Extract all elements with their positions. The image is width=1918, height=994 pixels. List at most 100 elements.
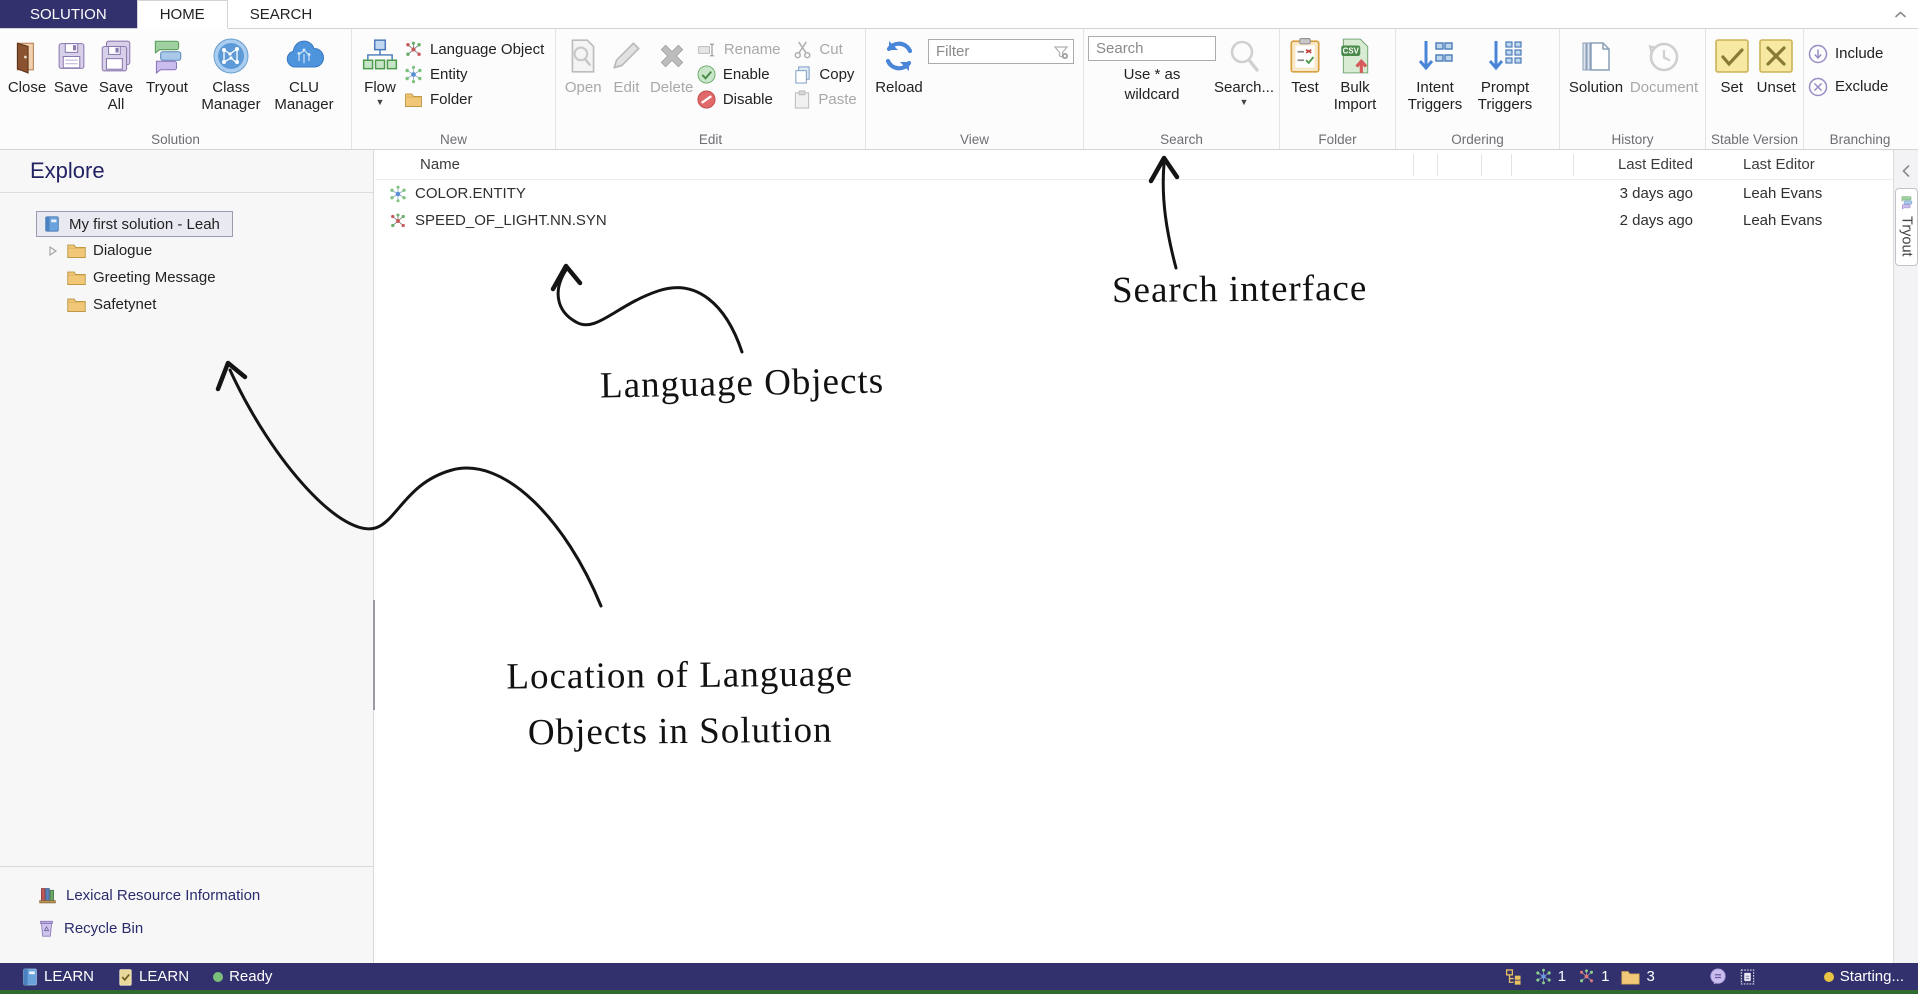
paste-button[interactable]: Paste (793, 87, 861, 112)
class-manager-label: Class Manager (196, 79, 266, 113)
tree-item-dialogue[interactable]: Dialogue (0, 237, 373, 264)
tree-item-safetynet[interactable]: Safetynet (0, 291, 373, 318)
tab-search-label: SEARCH (250, 6, 313, 23)
rename-button[interactable]: Rename (697, 37, 794, 62)
tab-search[interactable]: SEARCH (228, 0, 335, 28)
list-row-speed-of-light[interactable]: SPEED_OF_LIGHT.NN.SYN 2 days ago Leah Ev… (375, 207, 1893, 234)
history-document-label: Document (1630, 79, 1698, 96)
status-state: Ready (213, 968, 272, 985)
flow-button[interactable]: Flow ▼ (356, 32, 404, 109)
tab-solution[interactable]: SOLUTION (0, 0, 137, 28)
ribbon-group-view: Reload View (866, 29, 1084, 149)
group-label-branching: Branching (1804, 132, 1916, 147)
column-header-spacer[interactable] (1511, 154, 1573, 176)
include-label: Include (1835, 45, 1883, 62)
filter-funnel-icon[interactable] (1053, 44, 1069, 60)
intent-triggers-button[interactable]: Intent Triggers (1400, 32, 1470, 116)
tryout-button[interactable]: Tryout (140, 32, 194, 99)
column-header-spacer[interactable] (1413, 154, 1437, 176)
reload-button[interactable]: Reload (870, 32, 928, 99)
enable-button[interactable]: Enable (697, 62, 794, 87)
column-header-last-edited[interactable]: Last Edited (1573, 154, 1719, 176)
search-magnifier-icon (1225, 35, 1263, 77)
folder-icon (404, 90, 423, 109)
ribbon-group-edit: Open Edit Delete Rename Enable Disable (556, 29, 866, 149)
copy-button[interactable]: Copy (793, 62, 861, 87)
filter-box (928, 39, 1074, 64)
tab-solution-label: SOLUTION (30, 6, 107, 23)
group-label-stable-version: Stable Version (1706, 132, 1803, 147)
prompt-triggers-button[interactable]: Prompt Triggers (1470, 32, 1540, 116)
group-label-view: View (866, 132, 1083, 147)
edit-label: Edit (614, 79, 640, 96)
flow-label: Flow (364, 79, 396, 96)
lexical-resource-icon (38, 886, 57, 905)
tree-item-greeting-message[interactable]: Greeting Message (0, 264, 373, 291)
stamp-document-icon[interactable] (1739, 968, 1756, 986)
column-header-last-editor[interactable]: Last Editor (1719, 154, 1893, 176)
tree-root-solution[interactable]: My first solution - Leah (36, 211, 233, 237)
unset-button[interactable]: Unset (1754, 32, 1799, 99)
group-label-edit: Edit (556, 132, 865, 147)
search-button[interactable]: Search... ▼ (1216, 32, 1272, 109)
history-document-button[interactable]: Document (1628, 32, 1700, 99)
exclude-button[interactable]: Exclude (1808, 74, 1888, 99)
close-button[interactable]: Close (4, 32, 50, 99)
group-label-solution: Solution (0, 132, 351, 147)
collapse-ribbon-icon[interactable] (1893, 7, 1908, 22)
set-button[interactable]: Set (1710, 32, 1754, 99)
new-entity-button[interactable]: Entity (404, 62, 544, 87)
edit-button[interactable]: Edit (606, 32, 646, 99)
class-manager-button[interactable]: Class Manager (194, 32, 268, 116)
expand-panel-chevron-icon[interactable] (1900, 164, 1912, 178)
save-label: Save (54, 79, 88, 96)
exclude-label: Exclude (1835, 78, 1888, 95)
group-label-new: New (352, 132, 555, 147)
chat-bubble-icon[interactable] (1709, 968, 1727, 986)
wildcard-toggle[interactable]: Use * as wildcard (1097, 65, 1207, 105)
tab-home-label: HOME (160, 6, 205, 23)
tryout-side-tab[interactable]: Tryout (1895, 188, 1918, 266)
new-folder-button[interactable]: Folder (404, 87, 544, 112)
new-entity-label: Entity (430, 66, 468, 83)
history-solution-button[interactable]: Solution (1564, 32, 1628, 99)
open-button[interactable]: Open (560, 32, 606, 99)
tab-home[interactable]: HOME (137, 0, 228, 29)
clu-manager-label: CLU Manager (270, 79, 338, 113)
test-button[interactable]: Test (1284, 32, 1326, 99)
history-document-icon (1645, 35, 1683, 77)
cut-button[interactable]: Cut (793, 37, 861, 62)
new-language-object-button[interactable]: Language Object (404, 37, 544, 62)
disable-button[interactable]: Disable (697, 87, 794, 112)
right-side-rail: Tryout (1893, 150, 1918, 963)
search-dropdown-caret[interactable]: ▼ (1240, 98, 1249, 106)
include-button[interactable]: Include (1808, 41, 1888, 66)
clu-manager-button[interactable]: CLU Manager (268, 32, 340, 116)
cut-label: Cut (819, 41, 842, 58)
column-header-spacer[interactable] (1481, 154, 1511, 176)
row-last-edited: 2 days ago (1573, 212, 1719, 229)
list-row-color-entity[interactable]: COLOR.ENTITY 3 days ago Leah Evans (375, 180, 1893, 207)
loading-status-label: Starting... (1840, 968, 1904, 985)
lexical-resource-information-link[interactable]: Lexical Resource Information (0, 879, 373, 912)
reload-icon (879, 35, 919, 77)
save-button[interactable]: Save (50, 32, 92, 99)
flow-dropdown-caret[interactable]: ▼ (376, 98, 385, 106)
search-box-stack: Use * as wildcard (1088, 36, 1216, 105)
ribbon-search-input[interactable] (1088, 36, 1216, 61)
column-header-spacer[interactable] (1437, 154, 1481, 176)
open-label: Open (565, 79, 602, 96)
save-icon (55, 35, 88, 77)
tryout-label: Tryout (146, 79, 188, 96)
row-last-edited: 3 days ago (1573, 185, 1719, 202)
delete-button[interactable]: Delete (646, 32, 696, 99)
expander-icon[interactable] (46, 246, 60, 256)
status-document-badge: LEARN (118, 968, 189, 986)
bulk-import-button[interactable]: CSV Bulk Import (1326, 32, 1384, 116)
test-icon (1288, 35, 1322, 77)
save-all-button[interactable]: Save All (92, 32, 140, 116)
recycle-bin-link[interactable]: Recycle Bin (0, 912, 373, 945)
tryout-tab-label: Tryout (1899, 216, 1915, 257)
column-header-name[interactable]: Name (375, 154, 1413, 176)
search-button-label: Search... (1214, 79, 1274, 96)
